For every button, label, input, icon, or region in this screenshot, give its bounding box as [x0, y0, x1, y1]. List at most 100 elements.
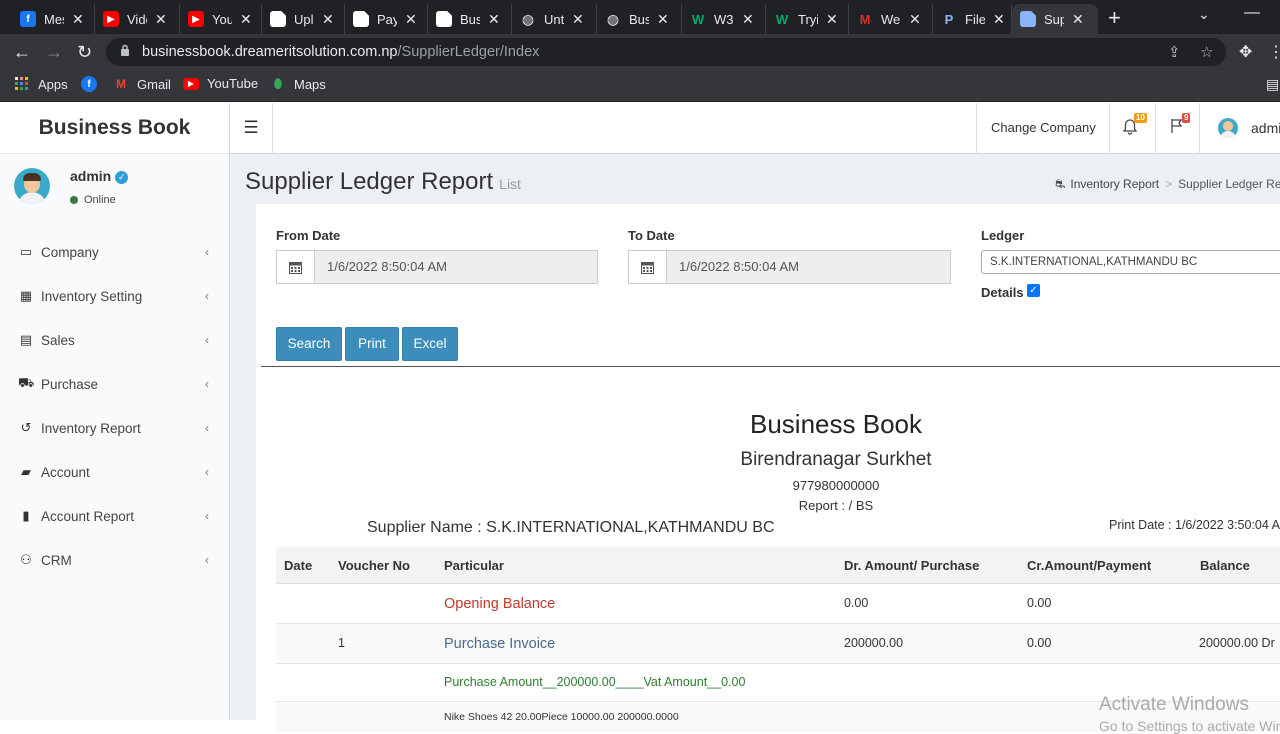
back-arrow-icon[interactable]: ← — [13, 42, 31, 63]
ledger-select[interactable]: S.K.INTERNATIONAL,KATHMANDU BC — [981, 250, 1280, 274]
bookmark-star-icon[interactable]: ☆ — [1200, 43, 1213, 61]
report-box: From Date 1/6/2022 8:50:04 AM To Date 1/… — [256, 204, 1280, 734]
user-avatar[interactable] — [1218, 118, 1238, 138]
url-input[interactable]: businessbook.dreameritsolution.com.np/Su… — [106, 38, 1226, 66]
close-tab-icon[interactable]: ✕ — [155, 11, 167, 28]
print-button[interactable]: Print — [345, 327, 399, 361]
breadcrumb: ⛐Inventory Report>Supplier Ledger Report — [1055, 177, 1280, 193]
browser-menu-icon[interactable]: ⋮ — [1268, 42, 1280, 62]
bookmark-gmail[interactable]: M Gmail — [113, 76, 171, 92]
breadcrumb-link[interactable]: Inventory Report — [1070, 177, 1159, 191]
col-particular: Particular — [444, 558, 504, 573]
close-tab-icon[interactable]: ✕ — [742, 11, 754, 28]
bookmark-facebook[interactable]: f — [81, 76, 105, 92]
sidebar-item-account-report[interactable]: ▮ Account Report ‹ — [0, 494, 229, 538]
browser-tab-strip: fMessenger✕▶Videos✕▶YouTube✕Upload✕Payme… — [0, 0, 1280, 34]
sidebar-item-company[interactable]: ▭ Company ‹ — [0, 230, 229, 274]
to-date-input[interactable]: 1/6/2022 8:50:04 AM — [667, 251, 799, 283]
sidebar-item-label: Sales — [41, 332, 75, 348]
browser-tab[interactable]: Supplier ✕ — [1012, 4, 1098, 34]
page-icon — [270, 11, 286, 27]
reload-icon[interactable]: ↻ — [77, 42, 92, 63]
page-subtitle: List — [499, 176, 521, 192]
from-date-input[interactable]: 1/6/2022 8:50:04 AM — [315, 251, 447, 283]
close-tab-icon[interactable]: ✕ — [657, 11, 669, 28]
facebook-icon: f — [81, 76, 97, 92]
browser-tab[interactable]: ◍ Untitled ✕ — [512, 4, 597, 34]
main-content: Supplier Ledger Report List ⛐ Inventory Re… — [230, 154, 1280, 734]
sidebar-item-account[interactable]: ▰ Account ‹ — [0, 450, 229, 494]
excel-button[interactable]: Excel — [402, 327, 458, 361]
browser-tab[interactable]: ▶ Videos ✕ — [95, 4, 180, 34]
browser-tab[interactable]: Payment ✕ — [345, 4, 428, 34]
browser-tab[interactable]: P File ✕ — [933, 4, 1012, 34]
brand-logo[interactable]: Business Book — [0, 103, 229, 154]
close-tab-icon[interactable]: ✕ — [405, 11, 417, 28]
browser-tab[interactable]: Upload ✕ — [262, 4, 345, 34]
w3-icon: W — [775, 11, 789, 27]
navbar-divider — [1199, 103, 1200, 153]
close-tab-icon[interactable]: ✕ — [826, 11, 838, 28]
close-tab-icon[interactable]: ✕ — [72, 11, 84, 28]
col-date: Date — [284, 558, 313, 573]
extensions-puzzle-icon[interactable]: ✥ — [1239, 42, 1252, 62]
details-checkbox[interactable]: ✓ — [1027, 284, 1040, 297]
navbar-divider — [976, 103, 977, 153]
calendar-icon[interactable] — [629, 251, 667, 283]
close-tab-icon[interactable]: ✕ — [909, 11, 921, 28]
user-menu-name[interactable]: admin — [1251, 120, 1280, 136]
sidebar-item-crm[interactable]: ⚇ CRM ‹ — [0, 538, 229, 582]
search-button[interactable]: Search — [276, 327, 342, 361]
sidebar-item-inventory-setting[interactable]: ▦ Inventory Setting ‹ — [0, 274, 229, 318]
sidebar-item-sales[interactable]: ▤ Sales ‹ — [0, 318, 229, 362]
browser-tab[interactable]: W W3Schools ✕ — [682, 4, 766, 34]
bookmark-label: Apps — [38, 76, 68, 92]
particular-link[interactable]: Purchase Invoice — [444, 636, 555, 652]
reading-list-icon[interactable]: ▤ — [1266, 76, 1279, 93]
cr-cell: 0.00 — [1027, 636, 1052, 650]
close-tab-icon[interactable]: ✕ — [993, 11, 1005, 28]
youtube-icon: ▶ — [188, 11, 204, 27]
tab-search-icon[interactable]: ⌄ — [1198, 6, 1210, 23]
sidebar-item-purchase[interactable]: ⛟ Purchase ‹ — [0, 362, 229, 406]
window-minimize-button[interactable]: — — [1244, 4, 1260, 22]
tab-title: W3Schools — [714, 11, 734, 27]
close-tab-icon[interactable]: ✕ — [572, 11, 584, 28]
browser-tab[interactable]: f Messenger ✕ — [12, 4, 95, 34]
close-tab-icon[interactable]: ✕ — [488, 11, 500, 28]
youtube-icon: ▶ — [183, 77, 199, 90]
tab-title: Supplier — [1044, 11, 1064, 27]
bookmark-maps[interactable]: ⬮ Maps — [270, 76, 326, 92]
bookmark-youtube[interactable]: ▶ YouTube — [183, 76, 258, 91]
detail-line: Purchase Amount__200000.00____Vat Amount… — [444, 675, 746, 689]
new-tab-button[interactable]: + — [1108, 5, 1121, 31]
bookmark-label: Maps — [294, 76, 326, 92]
browser-tab[interactable]: ◍ Business ✕ — [597, 4, 682, 34]
browser-tab[interactable]: W Tryit ✕ — [766, 4, 849, 34]
browser-tab[interactable]: Business ✕ — [428, 4, 512, 34]
bookmark-apps[interactable]: Apps — [14, 76, 68, 92]
close-tab-icon[interactable]: ✕ — [240, 11, 252, 28]
sidebar-item-inventory-report[interactable]: ↺ Inventory Report ‹ — [0, 406, 229, 450]
share-icon[interactable]: ⇪ — [1168, 43, 1181, 61]
apps-grid-icon — [14, 76, 30, 92]
voucher-cell: 1 — [338, 636, 345, 650]
user-panel: admin ✓ Online — [0, 154, 229, 230]
tab-title: Business — [629, 11, 649, 27]
forward-arrow-icon[interactable]: → — [45, 42, 63, 63]
col-dr-amount: Dr. Amount/ Purchase — [844, 558, 980, 573]
hamburger-menu-icon[interactable]: ☰ — [230, 103, 273, 153]
tab-title: Tryit — [798, 11, 818, 27]
browser-tab[interactable]: ▶ YouTube ✕ — [180, 4, 262, 34]
close-tab-icon[interactable]: ✕ — [1072, 11, 1084, 28]
page-icon — [353, 11, 369, 27]
close-tab-icon[interactable]: ✕ — [322, 11, 334, 28]
change-company-link[interactable]: Change Company — [991, 120, 1096, 135]
tab-title: File — [965, 11, 985, 27]
calendar-icon[interactable] — [277, 251, 315, 283]
browser-tab[interactable]: M Welcome ✕ — [849, 4, 933, 34]
chevron-left-icon: ‹ — [205, 289, 209, 303]
online-dot-icon — [70, 196, 78, 204]
navbar-divider — [1109, 103, 1110, 153]
lock-icon — [121, 44, 129, 56]
